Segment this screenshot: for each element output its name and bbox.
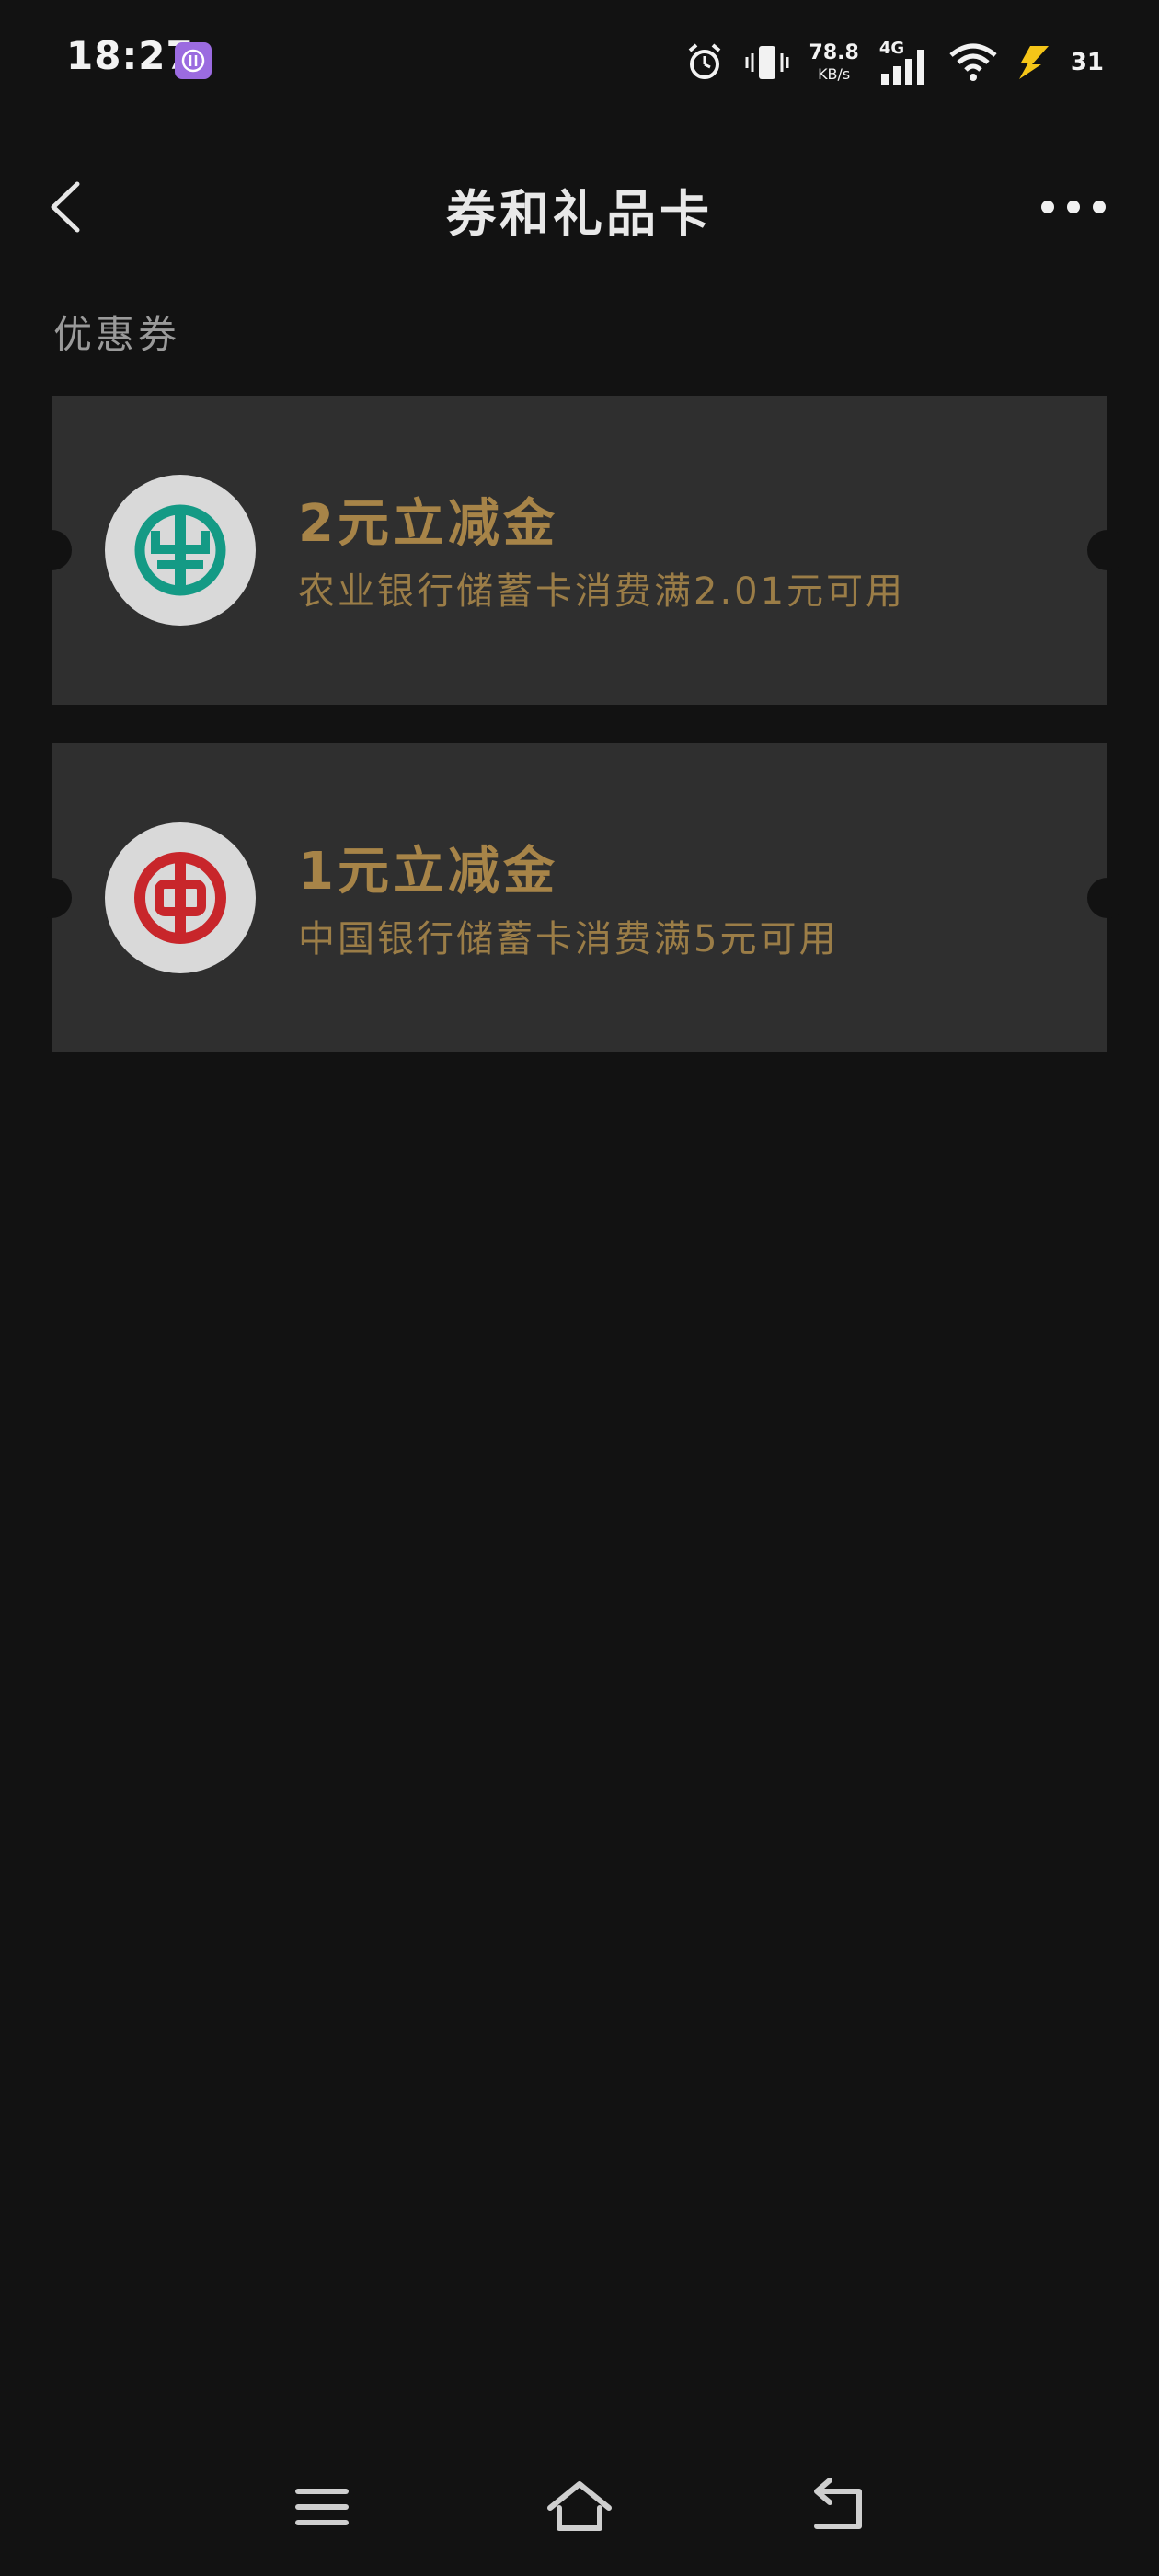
coupon-notch: [1087, 530, 1128, 570]
menu-icon: [295, 2489, 349, 2525]
boc-bank-logo-icon: [105, 822, 256, 973]
coupon-card[interactable]: 2元立减金 农业银行储蓄卡消费满2.01元可用: [31, 396, 1128, 705]
coupon-amount: 2元立减金: [298, 494, 558, 554]
network-speed-unit: KB/s: [818, 65, 851, 83]
app-notification-icon: [175, 42, 212, 79]
page-title: 券和礼品卡: [446, 185, 713, 243]
coupon-notch: [31, 878, 72, 918]
coupon-card[interactable]: 1元立减金 中国银行储蓄卡消费满5元可用: [31, 743, 1128, 1052]
coupon-amount: 1元立减金: [298, 842, 558, 902]
network-speed-value: 78.8: [809, 41, 859, 64]
vibrate-icon: [745, 42, 789, 83]
return-icon: [814, 2478, 862, 2529]
charging-icon: [1017, 44, 1050, 81]
more-options-button[interactable]: [1032, 184, 1115, 230]
home-button[interactable]: [543, 2475, 616, 2539]
section-title-coupons: 优惠券: [53, 312, 181, 357]
coupon-description: 中国银行储蓄卡消费满5元可用: [298, 918, 839, 960]
home-icon: [547, 2481, 612, 2531]
more-dots-icon: [1041, 201, 1106, 213]
battery-level: 31: [1070, 49, 1104, 76]
wifi-icon: [949, 42, 997, 83]
recent-apps-button[interactable]: [285, 2475, 359, 2539]
signal-icon: 4G: [879, 39, 929, 86]
header: 券和礼品卡: [0, 156, 1159, 258]
status-bar: 18:27 78.8 KB/s 4G 31: [0, 0, 1159, 120]
system-back-button[interactable]: [800, 2475, 874, 2539]
coupon-notch: [1087, 878, 1128, 918]
system-nav-bar: [0, 2438, 1159, 2576]
network-speed: 78.8 KB/s: [809, 43, 859, 82]
coupon-notch: [31, 530, 72, 570]
coupon-description: 农业银行储蓄卡消费满2.01元可用: [298, 570, 906, 613]
alarm-icon: [684, 42, 725, 83]
status-icons: 78.8 KB/s 4G 31: [684, 35, 1104, 90]
abc-bank-logo-icon: [105, 475, 256, 626]
